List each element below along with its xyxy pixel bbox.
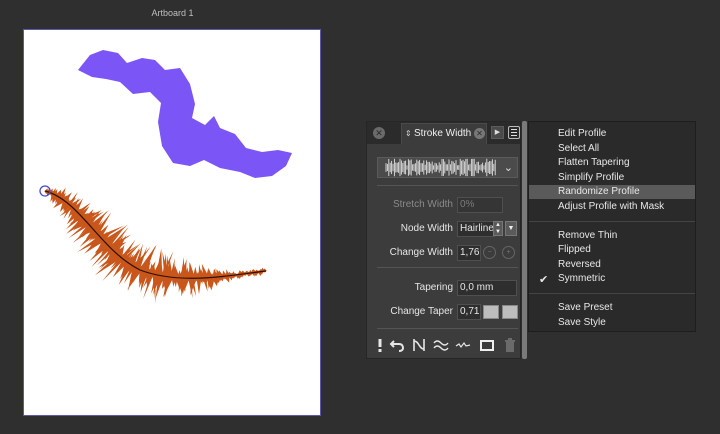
- menu-item-randomize-profile[interactable]: Randomize Profile: [529, 185, 695, 199]
- scrollbar-thumb[interactable]: [522, 121, 527, 359]
- tab-reorder-icon: ⇕: [405, 129, 412, 138]
- menu-item-save-style[interactable]: Save Style: [529, 316, 695, 330]
- divider: [377, 267, 518, 268]
- panel-menu-icon[interactable]: [508, 126, 520, 139]
- node-width-dropdown-icon[interactable]: ▼: [505, 221, 517, 236]
- profile-context-menu: Edit Profile Select All Flatten Tapering…: [528, 121, 696, 332]
- divider: [377, 328, 518, 329]
- change-taper-field[interactable]: 0,71: [457, 304, 481, 320]
- panel-expand-icon[interactable]: ▶: [491, 126, 504, 139]
- change-width-field[interactable]: 1,76: [457, 245, 481, 261]
- taper-start-icon[interactable]: [483, 305, 499, 319]
- menu-item-simplify-profile[interactable]: Simplify Profile: [529, 171, 695, 185]
- node-width-select[interactable]: Hairline: [457, 221, 495, 237]
- node-width-label: Node Width: [400, 223, 453, 234]
- menu-item-save-preset[interactable]: Save Preset: [529, 301, 695, 315]
- menu-item-edit-profile[interactable]: Edit Profile: [529, 127, 695, 141]
- menu-item-adjust-profile-with-mask[interactable]: Adjust Profile with Mask: [529, 200, 695, 214]
- menu-item-remove-thin[interactable]: Remove Thin: [529, 229, 695, 243]
- menu-item-flatten-tapering[interactable]: Flatten Tapering: [529, 156, 695, 170]
- rectangle-icon[interactable]: [479, 337, 495, 353]
- menu-divider: [529, 293, 695, 294]
- menu-item-flipped[interactable]: Flipped: [529, 243, 695, 257]
- width-profile-dropdown[interactable]: ⌄: [377, 157, 518, 178]
- canvas-artwork[interactable]: [0, 0, 340, 434]
- change-width-label: Change Width: [389, 247, 453, 258]
- flip-profile-icon[interactable]: [411, 337, 427, 353]
- menu-item-reversed[interactable]: Reversed: [529, 258, 695, 272]
- stroke-width-panel: ✕ ⇕ Stroke Width ✕ ▶ ⌄ Stretch Width 0% …: [366, 121, 521, 359]
- stretch-width-label: Stretch Width: [392, 199, 453, 210]
- divider: [377, 185, 518, 186]
- increase-width-icon[interactable]: +: [502, 246, 515, 259]
- tab-title: Stroke Width: [414, 128, 472, 139]
- decrease-width-icon[interactable]: −: [483, 246, 496, 259]
- undo-icon[interactable]: [389, 337, 405, 353]
- warning-icon[interactable]: [372, 337, 388, 353]
- panel-tab-bar: ✕ ⇕ Stroke Width ✕ ▶: [367, 122, 520, 144]
- menu-divider: [529, 221, 695, 222]
- close-tab-icon[interactable]: ✕: [373, 127, 385, 139]
- orange-brush-stroke[interactable]: [44, 187, 267, 304]
- delete-icon[interactable]: [502, 337, 518, 353]
- purple-shape[interactable]: [78, 50, 292, 178]
- menu-item-symmetric[interactable]: Symmetric: [529, 272, 695, 286]
- change-taper-label: Change Taper: [390, 306, 453, 317]
- width-profile-preview: [385, 158, 496, 177]
- noise-profile-icon[interactable]: [455, 337, 471, 353]
- chevron-down-icon: ⌄: [503, 162, 513, 174]
- node-width-stepper[interactable]: ▲ ▼: [493, 221, 503, 236]
- stretch-width-field[interactable]: 0%: [457, 197, 503, 213]
- close-icon[interactable]: ✕: [474, 128, 485, 139]
- panel-scrollbar[interactable]: [522, 121, 527, 359]
- taper-end-icon[interactable]: [502, 305, 518, 319]
- menu-item-select-all[interactable]: Select All: [529, 142, 695, 156]
- tab-stroke-width[interactable]: ⇕ Stroke Width ✕: [401, 123, 487, 144]
- tapering-field[interactable]: 0,0 mm: [457, 280, 517, 296]
- tapering-label: Tapering: [414, 282, 453, 293]
- smooth-profile-icon[interactable]: [433, 337, 449, 353]
